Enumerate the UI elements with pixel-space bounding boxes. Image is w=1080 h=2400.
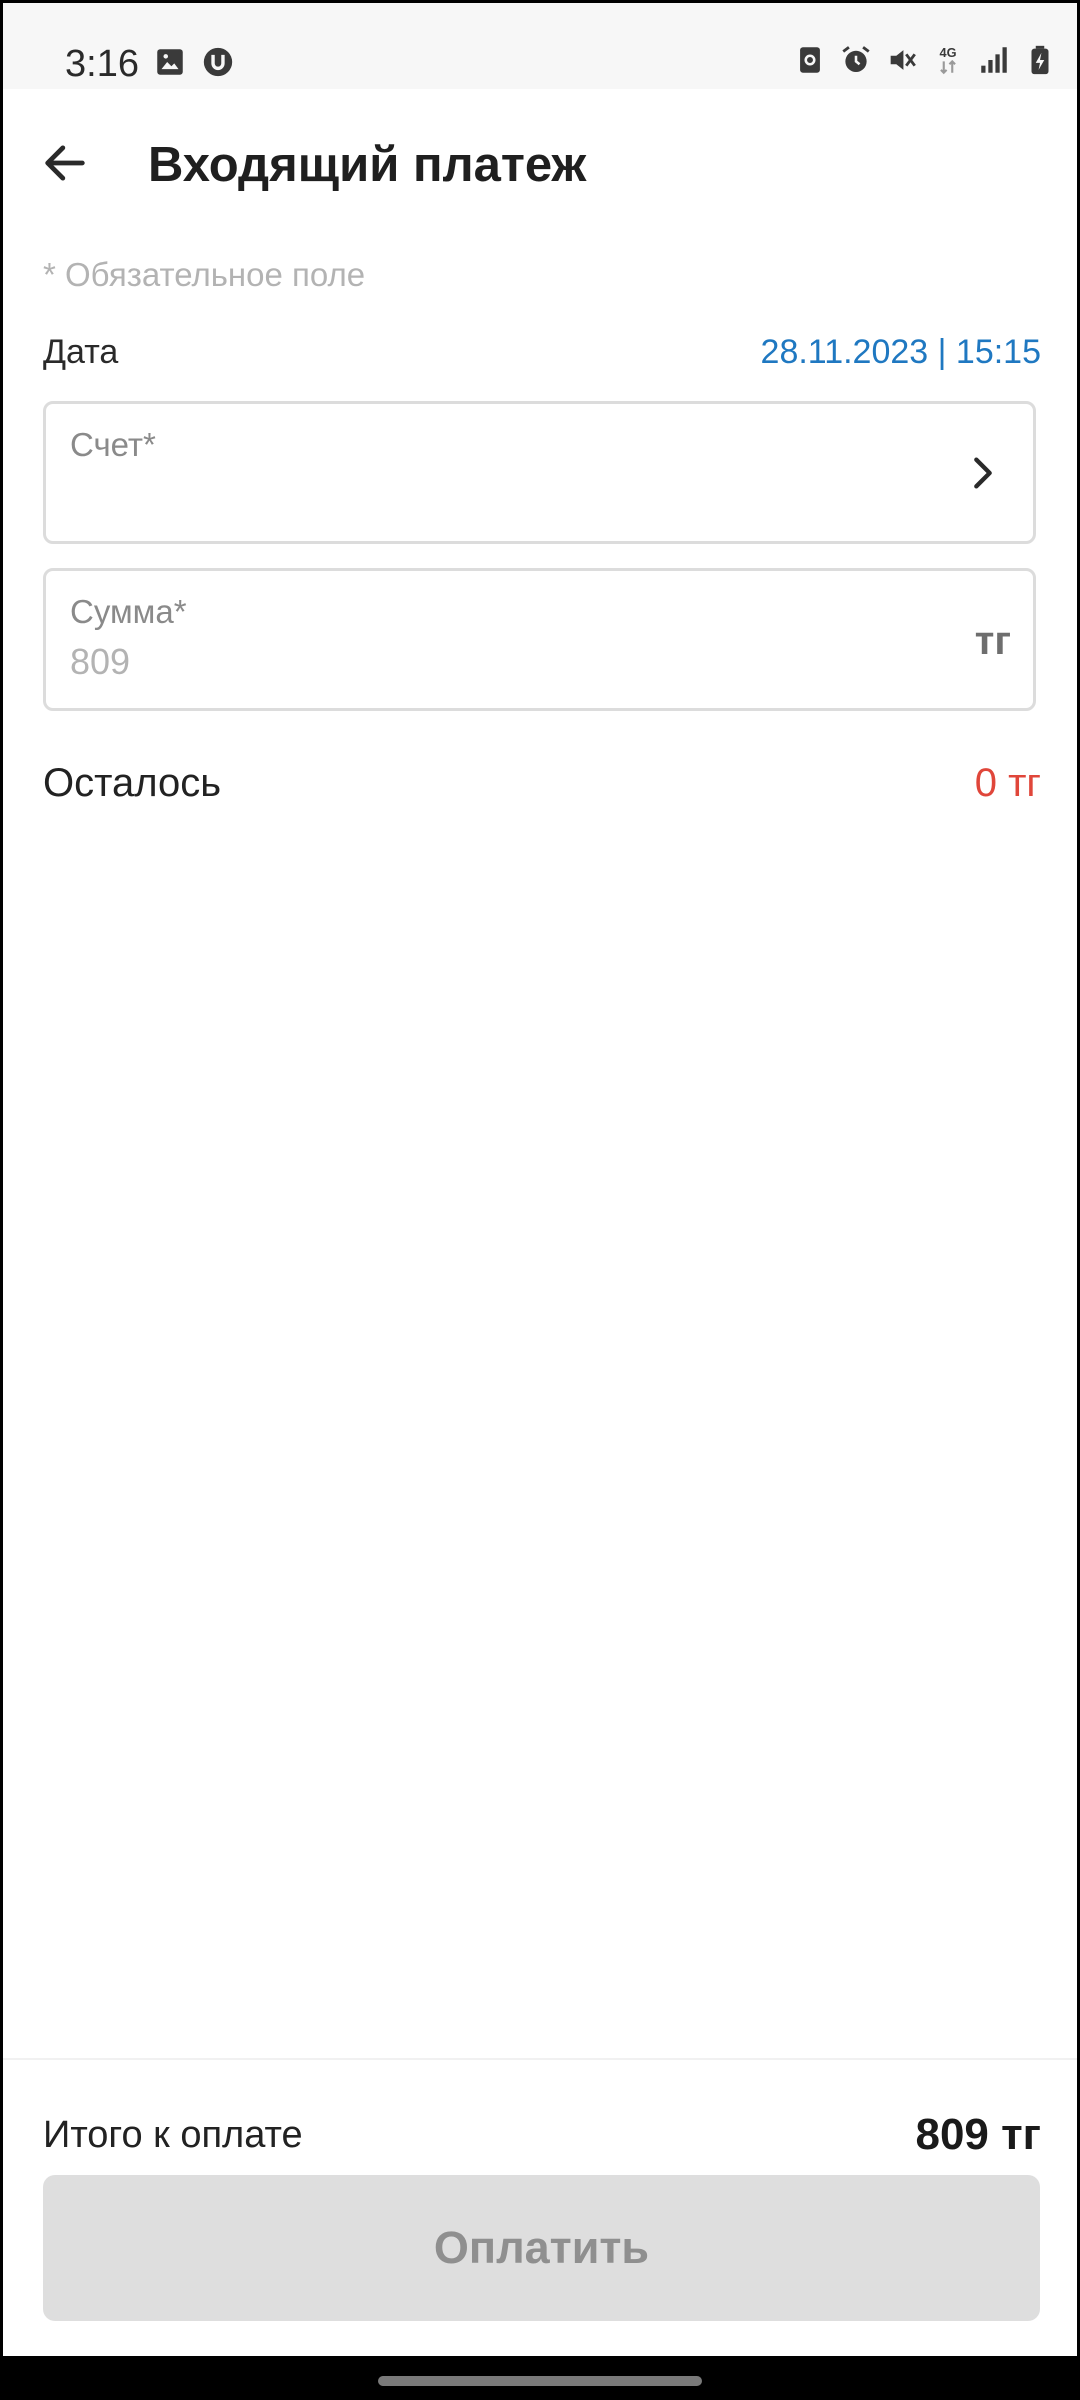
- total-label: Итого к оплате: [43, 2113, 303, 2156]
- chevron-right-icon: [974, 457, 992, 489]
- back-button[interactable]: [33, 131, 97, 195]
- toolbar: Входящий платеж: [3, 113, 1077, 213]
- arrow-left-icon: [45, 145, 85, 181]
- svg-text:4G: 4G: [939, 45, 956, 60]
- date-label: Дата: [43, 333, 119, 371]
- sum-label: Сумма*: [70, 593, 187, 630]
- battery-icon: [1031, 45, 1049, 75]
- total-row: Итого к оплате 809 тг: [43, 2110, 1041, 2160]
- date-value[interactable]: 28.11.2023 | 15:15: [761, 333, 1041, 372]
- status-right-icons: 4G: [793, 43, 1057, 77]
- account-field[interactable]: Счет*: [43, 401, 1036, 544]
- remain-value: 0 тг: [974, 761, 1041, 805]
- network-4g-icon: 4G: [939, 45, 957, 75]
- currency-suffix: тг: [974, 619, 1011, 663]
- status-left-icons: [153, 45, 235, 79]
- bottom-panel: Итого к оплате 809 тг Оплатить: [3, 2058, 1077, 2356]
- gallery-icon: [157, 49, 183, 75]
- navigation-handle[interactable]: [378, 2376, 702, 2386]
- page-title: Входящий платеж: [148, 138, 587, 192]
- total-value: 809 тг: [915, 2110, 1041, 2159]
- status-bar: 3:16 4G: [3, 3, 1077, 89]
- backup-icon: [800, 47, 820, 73]
- signal-icon: [981, 47, 1007, 73]
- app-u-icon: [203, 47, 233, 77]
- mute-icon: [890, 50, 916, 70]
- sum-input[interactable]: 809: [70, 641, 130, 683]
- remain-label: Осталось: [43, 761, 222, 805]
- account-label: Счет*: [70, 426, 156, 463]
- date-row: Дата 28.11.2023 | 15:15: [43, 333, 1041, 372]
- sum-field[interactable]: Сумма* 809 тг: [43, 568, 1036, 711]
- status-time: 3:16: [65, 43, 139, 85]
- alarm-icon: [842, 46, 870, 73]
- required-note: * Обязательное поле: [43, 256, 366, 293]
- pay-button[interactable]: Оплатить: [43, 2175, 1040, 2321]
- remain-row: Осталось 0 тг: [43, 761, 1041, 806]
- screen: 3:16 4G Входящий платеж * Обязательное п…: [3, 3, 1077, 2356]
